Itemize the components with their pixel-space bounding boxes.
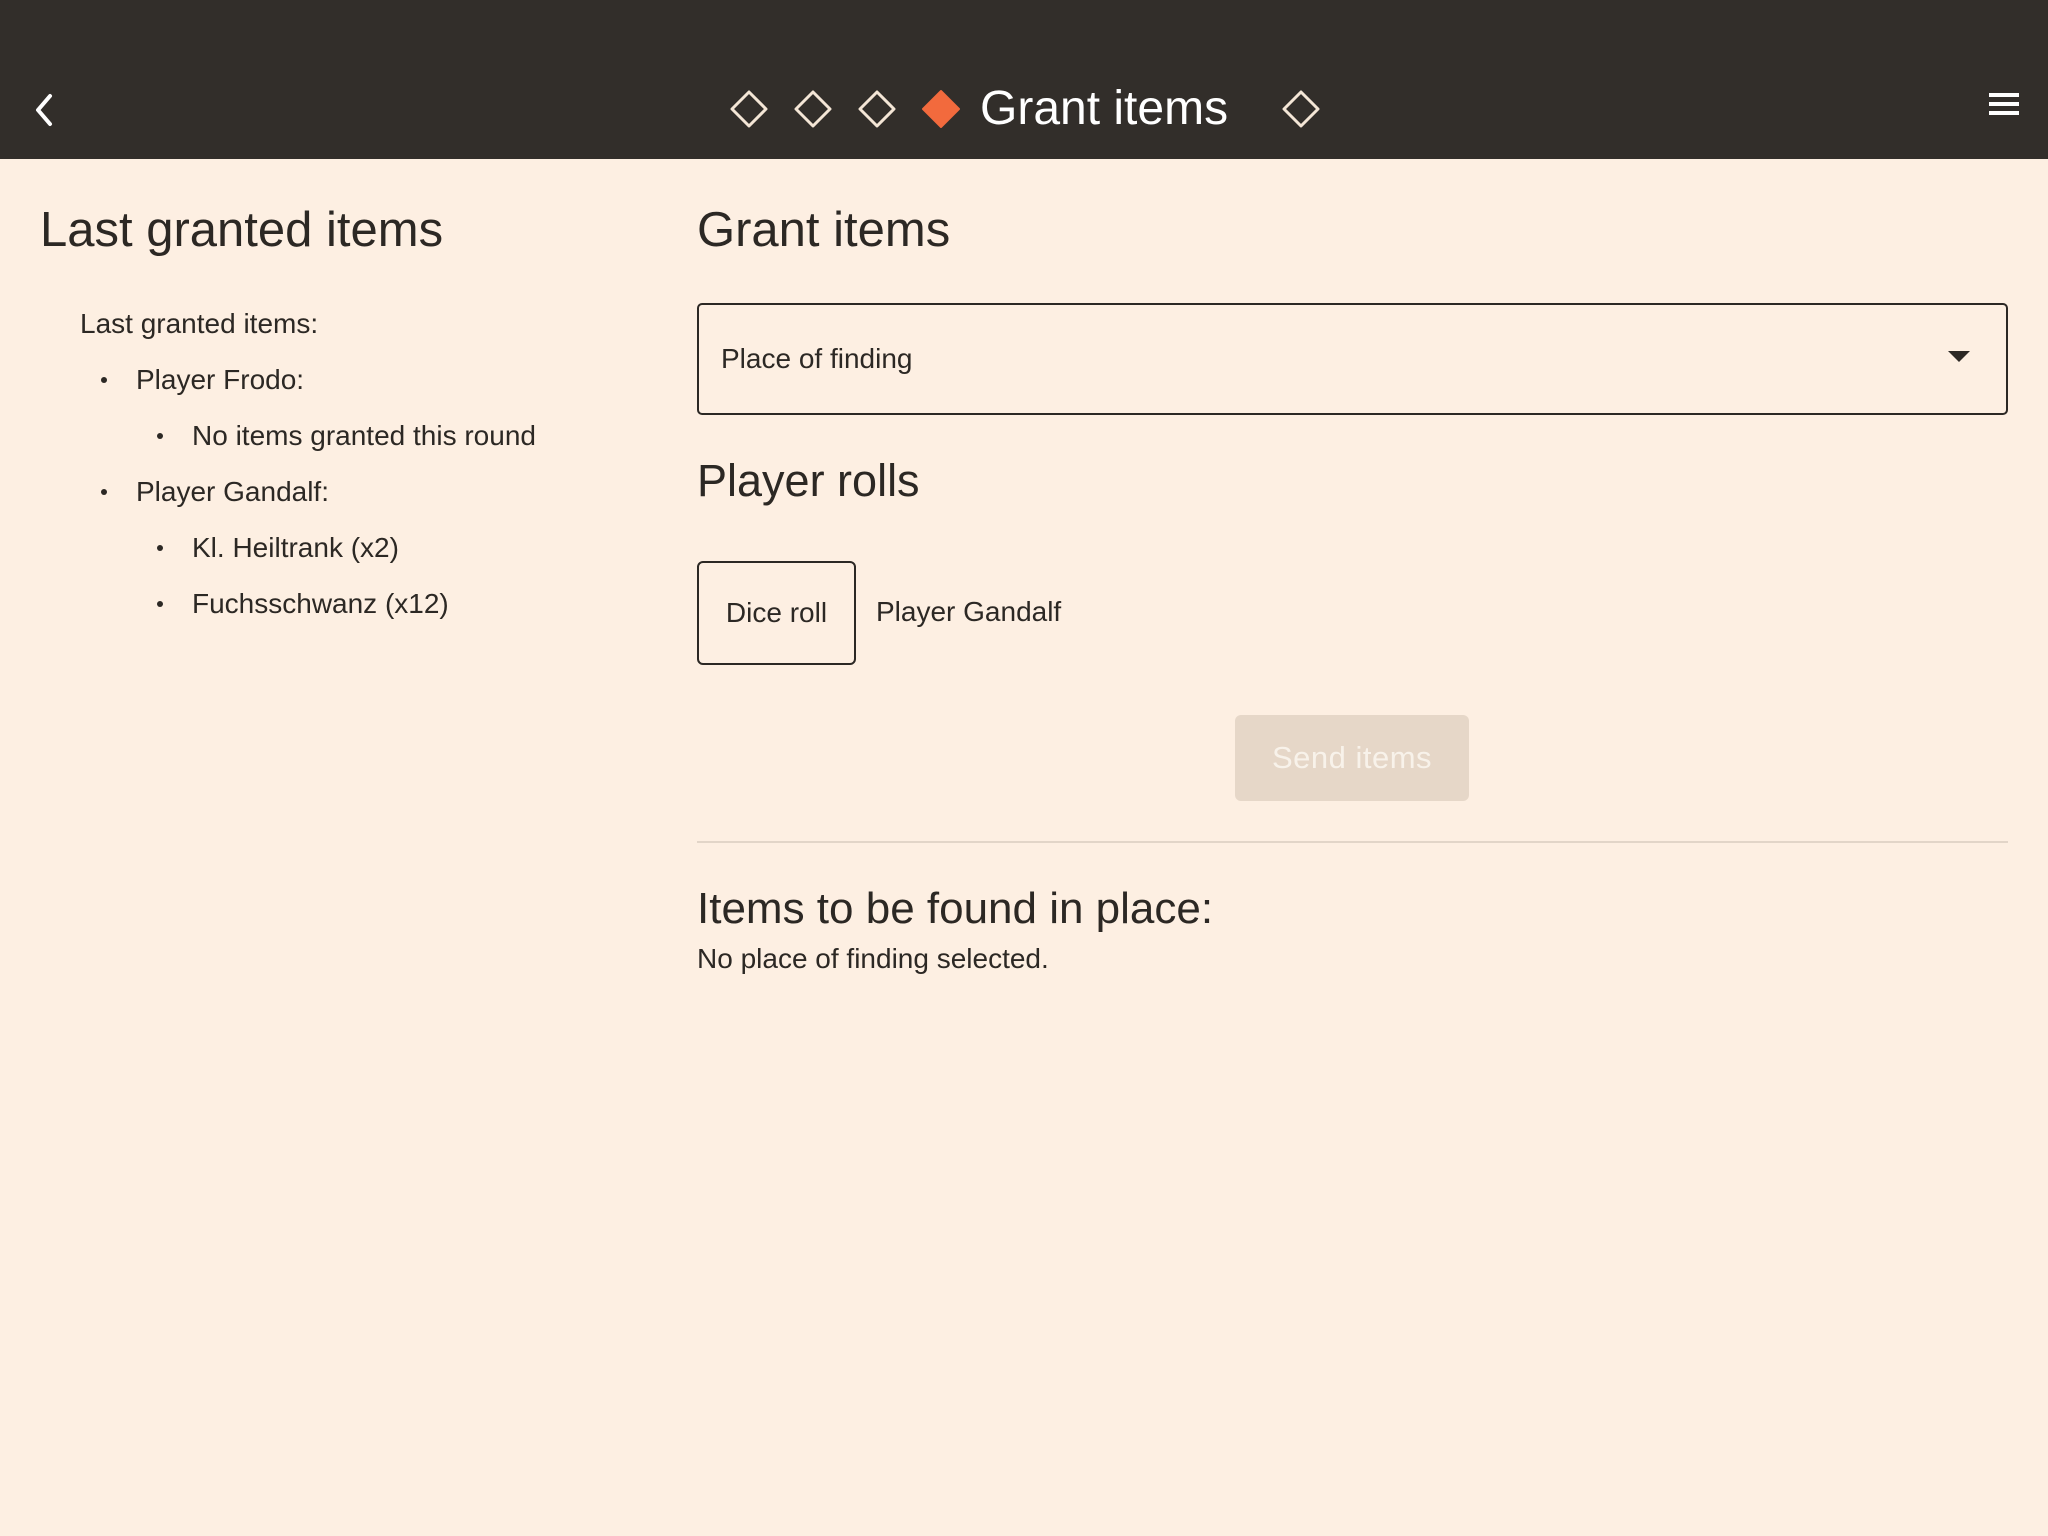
last-granted-panel: Last granted items [40,195,640,265]
dice-roll-button[interactable]: Dice roll [697,561,856,665]
no-place-selected-text: No place of finding selected. [697,943,1049,974]
place-of-finding-select[interactable]: Place of finding [697,303,2008,415]
step-2[interactable] [792,88,834,130]
diamond-outline-icon [1282,90,1320,128]
bullet [157,601,163,607]
diamond-outline-icon [794,90,832,128]
last-granted-label: Last granted items: [80,308,319,339]
dropdown-arrow-icon [1948,351,1970,362]
list-item-player: Player Frodo: [136,364,305,395]
diamond-filled-icon [922,90,960,128]
step-title: Grant items [980,82,1229,135]
player-label: Player Gandalf [876,596,1062,627]
step-3[interactable] [856,88,898,130]
grant-items-title: Grant items [697,203,951,257]
list-item: Kl. Heiltrank (x2) [192,532,399,563]
diamond-outline-icon [730,90,768,128]
step-1[interactable] [728,88,770,130]
bullet [101,377,107,383]
list-item: No items granted this round [192,420,536,451]
send-items-button[interactable]: Send items [1235,715,1469,801]
diamond-outline-icon [858,90,896,128]
items-in-place-title: Items to be found in place: [697,884,1214,933]
grant-items-panel: Grant items [697,195,2007,265]
player-rolls-title: Player rolls [697,455,920,506]
bullet [157,545,163,551]
select-value: Place of finding [721,343,913,374]
list-item-player: Player Gandalf: [136,476,329,507]
step-indicator: Grant items [0,70,2048,148]
top-app-bar: Grant items [0,0,2048,159]
panel-title: Last granted items [40,203,444,257]
divider [697,841,2008,843]
step-5[interactable] [1280,88,1322,130]
bullet [101,489,107,495]
menu-button[interactable] [1983,84,2025,124]
hamburger-menu-icon [1989,93,2019,115]
bullet [157,433,163,439]
list-item: Fuchsschwanz (x12) [192,588,449,619]
step-4-active[interactable] [920,88,962,130]
